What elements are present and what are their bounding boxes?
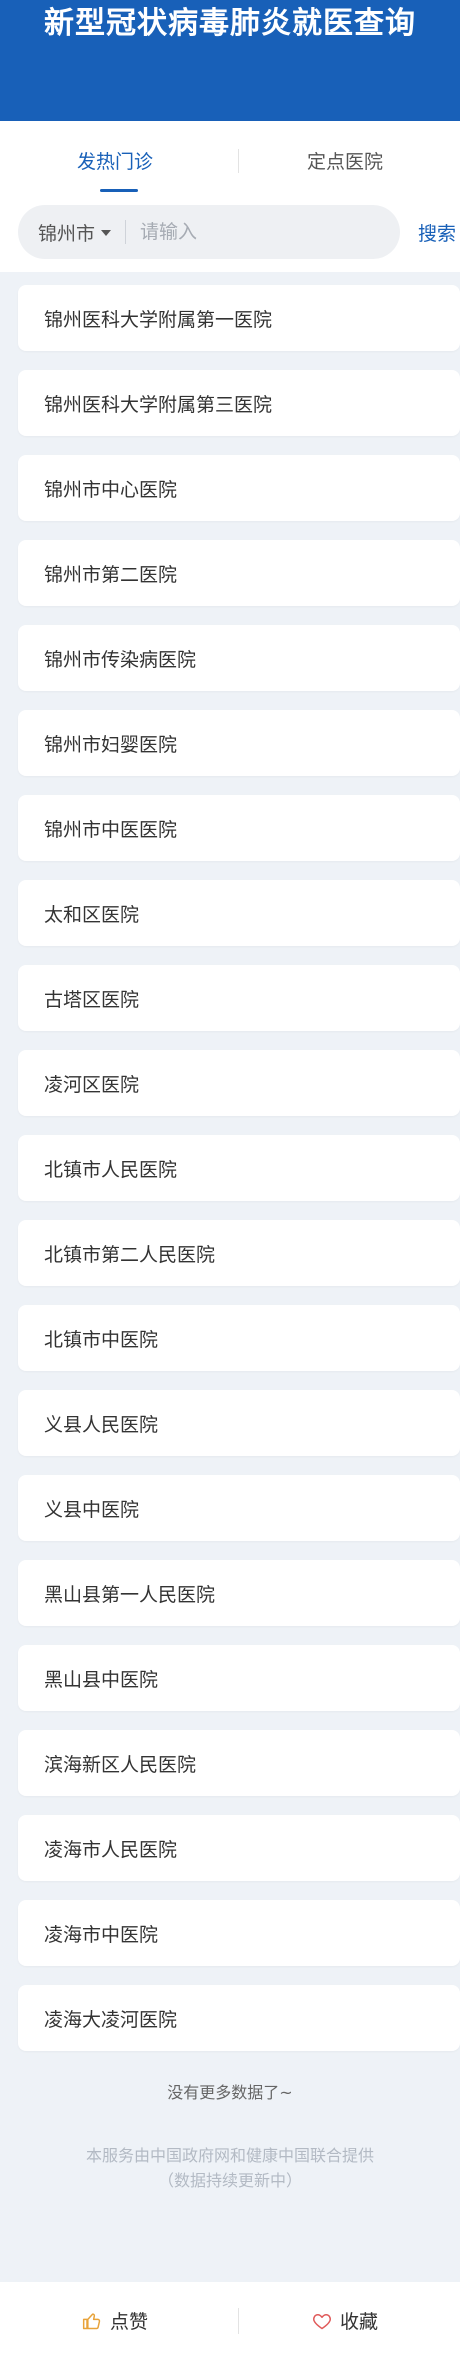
- hospital-card[interactable]: 古塔区医院: [18, 965, 460, 1031]
- hospital-card[interactable]: 太和区医院: [18, 880, 460, 946]
- hospital-card[interactable]: 义县中医院: [18, 1475, 460, 1541]
- heart-icon: [313, 2313, 331, 2329]
- hospital-card[interactable]: 黑山县第一人民医院: [18, 1560, 460, 1626]
- hospital-card[interactable]: 北镇市第二人民医院: [18, 1220, 460, 1286]
- hospital-card[interactable]: 锦州医科大学附属第三医院: [18, 370, 460, 436]
- thumbs-up-icon: [82, 2312, 101, 2329]
- hospital-card[interactable]: 滨海新区人民医院: [18, 1730, 460, 1796]
- hospital-card[interactable]: 锦州市中心医院: [18, 455, 460, 521]
- search-box: 锦州市: [18, 205, 400, 259]
- city-selector[interactable]: 锦州市: [18, 219, 112, 246]
- bottom-divider: [238, 2308, 239, 2334]
- hospital-card[interactable]: 凌海市中医院: [18, 1900, 460, 1966]
- tab-designated-hospital[interactable]: 定点医院: [230, 148, 460, 176]
- footer-note-line1: 本服务由中国政府网和健康中国联合提供: [85, 2146, 374, 2165]
- page-title: 新型冠状病毒肺炎就医查询: [44, 6, 416, 41]
- header-banner: 新型冠状病毒肺炎就医查询: [0, 0, 460, 121]
- hospital-list: 锦州医科大学附属第一医院 锦州医科大学附属第三医院 锦州市中心医院 锦州市第二医院 锦州…: [0, 272, 460, 2051]
- hospital-card[interactable]: 义县人民医院: [18, 1390, 460, 1456]
- tab-bar: 发热门诊 定点医院: [0, 121, 460, 203]
- like-button[interactable]: 点赞: [0, 2307, 230, 2334]
- list-end-text: 没有更多数据了~: [167, 2083, 293, 2102]
- tab-divider: [238, 149, 239, 173]
- bottom-action-bar: 点赞 收藏: [0, 2282, 460, 2359]
- footer-note: 本服务由中国政府网和健康中国联合提供 （数据持续更新中）: [0, 2143, 460, 2193]
- hospital-card[interactable]: 北镇市中医院: [18, 1305, 460, 1371]
- footer-note-line2: （数据持续更新中）: [157, 2171, 302, 2190]
- search-divider: [125, 220, 127, 244]
- hospital-card[interactable]: 锦州医科大学附属第一医院: [18, 285, 460, 351]
- hospital-card[interactable]: 凌海大凌河医院: [18, 1985, 460, 2051]
- hospital-card[interactable]: 凌河区医院: [18, 1050, 460, 1116]
- search-button[interactable]: 搜索: [418, 219, 456, 246]
- hospital-card[interactable]: 黑山县中医院: [18, 1645, 460, 1711]
- hospital-card[interactable]: 锦州市中医医院: [18, 795, 460, 861]
- search-input[interactable]: [138, 220, 383, 244]
- like-label: 点赞: [109, 2311, 148, 2333]
- hospital-card[interactable]: 锦州市第二医院: [18, 540, 460, 606]
- search-bar: 锦州市 搜索: [0, 203, 460, 272]
- active-tab-indicator: [100, 189, 138, 192]
- tab-fever-clinic[interactable]: 发热门诊: [0, 148, 230, 176]
- favorite-label: 收藏: [339, 2311, 378, 2333]
- city-label: 锦州市: [38, 222, 96, 245]
- favorite-button[interactable]: 收藏: [230, 2307, 460, 2334]
- hospital-card[interactable]: 锦州市传染病医院: [18, 625, 460, 691]
- caret-down-icon: [101, 230, 112, 236]
- hospital-card[interactable]: 凌海市人民医院: [18, 1815, 460, 1881]
- hospital-card[interactable]: 北镇市人民医院: [18, 1135, 460, 1201]
- hospital-card[interactable]: 锦州市妇婴医院: [18, 710, 460, 776]
